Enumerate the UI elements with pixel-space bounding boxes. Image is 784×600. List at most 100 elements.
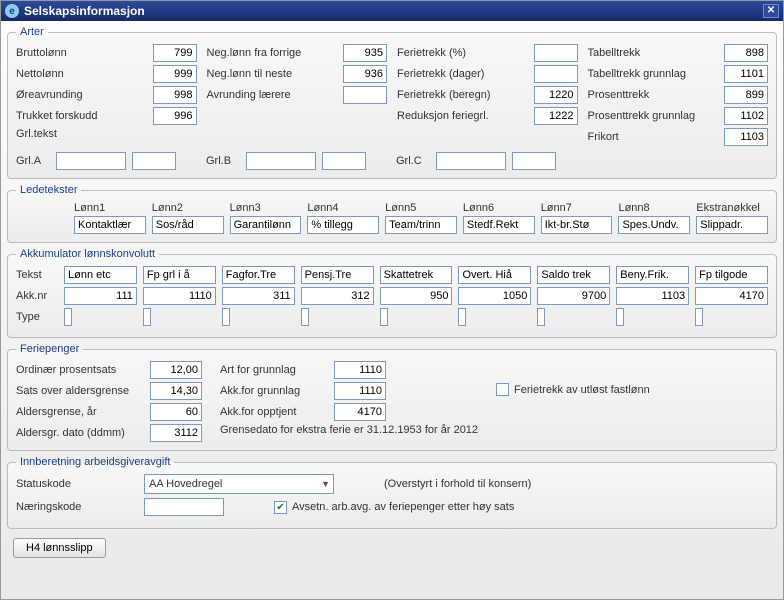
input-ordinar[interactable] <box>150 361 202 379</box>
input-avrunding[interactable] <box>343 86 387 104</box>
akk-type-8[interactable] <box>616 308 624 326</box>
input-oreavrunding[interactable] <box>153 86 197 104</box>
akk-tekst-8[interactable] <box>616 266 689 284</box>
led-val-7[interactable] <box>541 216 613 234</box>
akk-type-3[interactable] <box>222 308 230 326</box>
akk-tekst-4[interactable] <box>301 266 374 284</box>
akk-tekst-2[interactable] <box>143 266 216 284</box>
chk-avsetn[interactable]: ✔ Avsetn. arb.avg. av feriepenger etter … <box>274 501 514 514</box>
input-grla-1[interactable] <box>56 152 126 170</box>
lbl-ferietrekkberegn: Ferietrekk (beregn) <box>397 89 534 101</box>
window-title: Selskapsinformasjon <box>24 4 145 18</box>
input-grlc-1[interactable] <box>436 152 506 170</box>
led-hdr-5: Lønn5 <box>385 202 457 214</box>
input-grlb-1[interactable] <box>246 152 316 170</box>
lbl-oreavrunding: Øreavrunding <box>16 89 153 101</box>
lbl-negtil: Neg.lønn til neste <box>207 68 344 80</box>
select-statuskode[interactable]: AA Hovedregel ▼ <box>144 474 334 494</box>
close-icon[interactable]: ✕ <box>763 4 779 18</box>
content: Arter Bruttolønn Nettolønn Øreavrunding … <box>1 21 783 599</box>
akk-nr-9[interactable] <box>695 287 768 305</box>
input-satsover[interactable] <box>150 382 202 400</box>
input-aldersgrense[interactable] <box>150 403 202 421</box>
input-bruttolonn[interactable] <box>153 44 197 62</box>
arter-group: Arter Bruttolønn Nettolønn Øreavrunding … <box>7 26 777 179</box>
input-negtil[interactable] <box>343 65 387 83</box>
ledetekster-legend: Ledetekster <box>16 184 81 196</box>
led-val-3[interactable] <box>230 216 302 234</box>
select-statuskode-value: AA Hovedregel <box>149 478 222 490</box>
lbl-reduksjon: Reduksjon feriegrl. <box>397 110 534 122</box>
akk-nr-2[interactable] <box>143 287 216 305</box>
lbl-grlc: Grl.C <box>396 155 430 167</box>
led-hdr-6: Lønn6 <box>463 202 535 214</box>
lbl-ferietrekkpct: Ferietrekk (%) <box>397 47 534 59</box>
akkumulator-group: Akkumulator lønnskonvolutt Tekst Akk.nr <box>7 248 777 338</box>
akk-nr-8[interactable] <box>616 287 689 305</box>
input-akkopptjent[interactable] <box>334 403 386 421</box>
akk-type-2[interactable] <box>143 308 151 326</box>
akk-nr-7[interactable] <box>537 287 610 305</box>
input-prosenttrekk[interactable] <box>724 86 768 104</box>
led-val-4[interactable] <box>307 216 379 234</box>
lbl-avrunding: Avrunding lærere <box>207 89 344 101</box>
lbl-naeringskode: Næringskode <box>16 501 134 513</box>
led-hdr-4: Lønn4 <box>307 202 379 214</box>
akk-nr-3[interactable] <box>222 287 295 305</box>
input-artgrunnlag[interactable] <box>334 361 386 379</box>
led-hdr-2: Lønn2 <box>152 202 224 214</box>
lbl-ferietrekkdager: Ferietrekk (dager) <box>397 68 534 80</box>
akk-tekst-9[interactable] <box>695 266 768 284</box>
akk-type-9[interactable] <box>695 308 703 326</box>
window: e Selskapsinformasjon ✕ Arter Bruttolønn… <box>0 0 784 600</box>
led-hdr-1: Lønn1 <box>74 202 146 214</box>
chk-ferietrekk[interactable]: Ferietrekk av utløst fastlønn <box>496 383 650 396</box>
input-trukket[interactable] <box>153 107 197 125</box>
akk-tekst-7[interactable] <box>537 266 610 284</box>
led-hdr-8: Lønn8 <box>618 202 690 214</box>
akk-type-4[interactable] <box>301 308 309 326</box>
akk-type-6[interactable] <box>458 308 466 326</box>
lbl-satsover: Sats over aldersgrense <box>16 385 144 397</box>
input-akkgrunnlag[interactable] <box>334 382 386 400</box>
akk-tekst-5[interactable] <box>380 266 453 284</box>
input-frikort[interactable] <box>724 128 768 146</box>
input-ferietrekkdager[interactable] <box>534 65 578 83</box>
checkbox-checked-icon: ✔ <box>274 501 287 514</box>
akk-type-5[interactable] <box>380 308 388 326</box>
input-aldersgrdato[interactable] <box>150 424 202 442</box>
input-tabelltrekk[interactable] <box>724 44 768 62</box>
chk-ferietrekk-label: Ferietrekk av utløst fastlønn <box>514 384 650 396</box>
akk-nr-1[interactable] <box>64 287 137 305</box>
akk-nr-5[interactable] <box>380 287 453 305</box>
led-val-9[interactable] <box>696 216 768 234</box>
innberetning-legend: Innberetning arbeidsgiveravgift <box>16 456 174 468</box>
input-naeringskode[interactable] <box>144 498 224 516</box>
akk-tekst-1[interactable] <box>64 266 137 284</box>
akk-tekst-3[interactable] <box>222 266 295 284</box>
led-val-1[interactable] <box>74 216 146 234</box>
input-prosenttrekkgrl[interactable] <box>724 107 768 125</box>
input-grlb-2[interactable] <box>322 152 366 170</box>
akk-type-7[interactable] <box>537 308 545 326</box>
input-tabelltrekkgrl[interactable] <box>724 65 768 83</box>
input-grla-2[interactable] <box>132 152 176 170</box>
input-negfra[interactable] <box>343 44 387 62</box>
h4-lonnsslipp-button[interactable]: H4 lønnsslipp <box>13 538 106 558</box>
input-nettolonn[interactable] <box>153 65 197 83</box>
lbl-prosenttrekkgrl: Prosenttrekk grunnlag <box>588 110 725 122</box>
input-ferietrekkberegn[interactable] <box>534 86 578 104</box>
akk-tekst-6[interactable] <box>458 266 531 284</box>
led-val-2[interactable] <box>152 216 224 234</box>
input-reduksjon[interactable] <box>534 107 578 125</box>
akk-nr-6[interactable] <box>458 287 531 305</box>
akk-nr-4[interactable] <box>301 287 374 305</box>
input-grlc-2[interactable] <box>512 152 556 170</box>
akk-type-1[interactable] <box>64 308 72 326</box>
led-val-6[interactable] <box>463 216 535 234</box>
lbl-frikort: Frikort <box>588 131 725 143</box>
input-ferietrekkpct[interactable] <box>534 44 578 62</box>
akkumulator-legend: Akkumulator lønnskonvolutt <box>16 248 159 260</box>
led-val-8[interactable] <box>618 216 690 234</box>
led-val-5[interactable] <box>385 216 457 234</box>
